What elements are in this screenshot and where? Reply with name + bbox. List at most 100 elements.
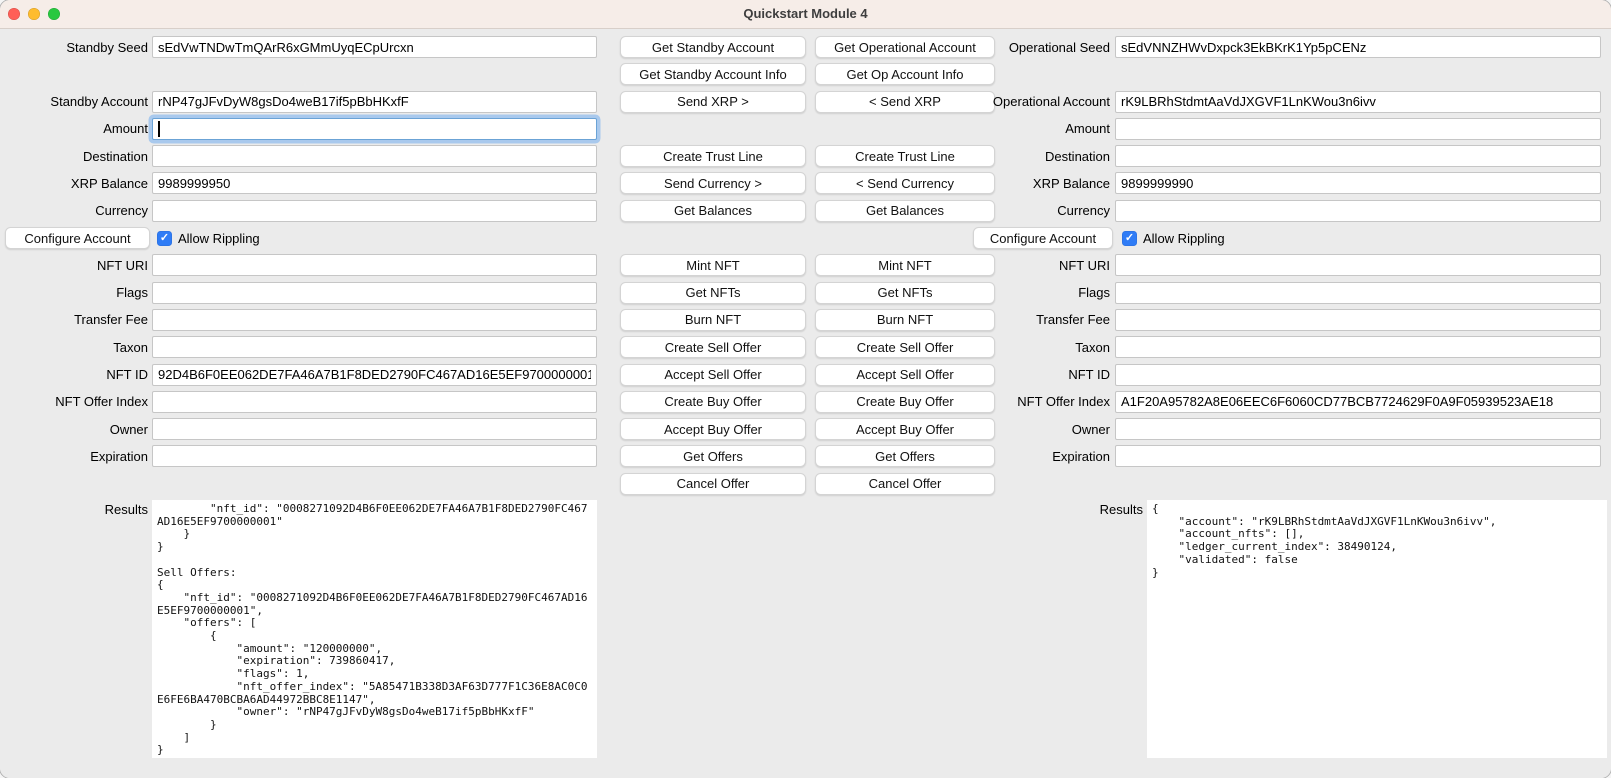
standby-balance-row: XRP Balance [0,172,598,194]
standby-burn-nft-button[interactable]: Burn NFT [620,309,806,331]
standby-accept-sell-offer-button[interactable]: Accept Sell Offer [620,364,806,386]
operational-account-input[interactable] [1115,91,1601,113]
op-get-nfts-button[interactable]: Get NFTs [815,282,995,304]
standby-create-sell-offer-button[interactable]: Create Sell Offer [620,336,806,358]
op-destination-label: Destination [970,149,1110,164]
standby-get-nfts-button[interactable]: Get NFTs [620,282,806,304]
standby-amount-input[interactable] [152,118,597,140]
text-cursor [158,121,160,137]
standby-seed-input[interactable] [152,36,597,58]
send-currency-right-button[interactable]: Send Currency > [620,172,806,194]
op-expiration-input[interactable] [1115,445,1601,467]
op-currency-input[interactable] [1115,200,1601,222]
op-results-text[interactable]: { "account": "rK9LBRhStdmtAaVdJXGVF1LnKW… [1147,500,1607,758]
standby-allow-rippling-label: Allow Rippling [178,231,260,246]
standby-nft-uri-label: NFT URI [0,258,148,273]
op-configure-account-button[interactable]: Configure Account [973,227,1113,249]
op-destination-input[interactable] [1115,145,1601,167]
standby-nft-id-input[interactable] [152,364,597,386]
operational-seed-input[interactable] [1115,36,1601,58]
focused-field-wrap [152,118,597,140]
standby-create-trust-line-button[interactable]: Create Trust Line [620,145,806,167]
standby-results-text[interactable]: "nft_id": "0008271092D4B6F0EE062DE7FA46A… [152,500,597,758]
standby-owner-label: Owner [0,422,148,437]
standby-cancel-offer-button[interactable]: Cancel Offer [620,473,806,495]
standby-nft-offer-index-label: NFT Offer Index [0,394,148,409]
op-results-row: Results { "account": "rK9LBRhStdmtAaVdJX… [970,500,1611,758]
op-nft-uri-input[interactable] [1115,254,1601,276]
standby-account-label: Standby Account [0,94,148,109]
op-transfer-fee-row: Transfer Fee [970,309,1611,331]
get-op-account-info-button[interactable]: Get Op Account Info [815,63,995,85]
standby-actions-column: Get Standby Account Get Standby Account … [620,36,806,495]
get-standby-account-button[interactable]: Get Standby Account [620,36,806,58]
operational-seed-label: Operational Seed [970,40,1110,55]
op-balance-label: XRP Balance [970,176,1110,191]
standby-nft-offer-index-row: NFT Offer Index [0,391,598,413]
op-create-sell-offer-button[interactable]: Create Sell Offer [815,336,995,358]
op-accept-sell-offer-button[interactable]: Accept Sell Offer [815,364,995,386]
standby-allow-rippling-checkbox[interactable]: ✓ [157,231,172,246]
op-accept-buy-offer-button[interactable]: Accept Buy Offer [815,418,995,440]
standby-account-row: Standby Account [0,91,598,113]
op-currency-label: Currency [970,203,1110,218]
op-create-trust-line-button[interactable]: Create Trust Line [815,145,995,167]
standby-create-buy-offer-button[interactable]: Create Buy Offer [620,391,806,413]
standby-results-label: Results [0,500,148,517]
op-nft-offer-index-input[interactable] [1115,391,1601,413]
get-operational-account-button[interactable]: Get Operational Account [815,36,995,58]
standby-taxon-input[interactable] [152,336,597,358]
spacer-row [815,118,995,140]
standby-currency-label: Currency [0,203,148,218]
op-balance-row: XRP Balance [970,172,1611,194]
op-get-balances-button[interactable]: Get Balances [815,200,995,222]
standby-nft-uri-input[interactable] [152,254,597,276]
op-create-buy-offer-button[interactable]: Create Buy Offer [815,391,995,413]
op-balance-input[interactable] [1115,172,1601,194]
standby-taxon-label: Taxon [0,340,148,355]
standby-transfer-fee-input[interactable] [152,309,597,331]
standby-nft-offer-index-input[interactable] [152,391,597,413]
standby-balance-input[interactable] [152,172,597,194]
op-flags-label: Flags [970,285,1110,300]
standby-destination-input[interactable] [152,145,597,167]
standby-flags-input[interactable] [152,282,597,304]
send-currency-left-button[interactable]: < Send Currency [815,172,995,194]
op-amount-input[interactable] [1115,118,1601,140]
op-taxon-input[interactable] [1115,336,1601,358]
standby-results-row: Results "nft_id": "0008271092D4B6F0EE062… [0,500,598,758]
checkmark-icon: ✓ [1125,233,1134,244]
standby-get-offers-button[interactable]: Get Offers [620,445,806,467]
standby-account-input[interactable] [152,91,597,113]
op-mint-nft-button[interactable]: Mint NFT [815,254,995,276]
standby-expiration-input[interactable] [152,445,597,467]
op-flags-input[interactable] [1115,282,1601,304]
standby-mint-nft-button[interactable]: Mint NFT [620,254,806,276]
op-transfer-fee-label: Transfer Fee [970,312,1110,327]
standby-nft-id-label: NFT ID [0,367,148,382]
standby-configure-account-button[interactable]: Configure Account [5,227,150,249]
standby-owner-input[interactable] [152,418,597,440]
send-xrp-left-button[interactable]: < Send XRP [815,91,995,113]
standby-seed-row: Standby Seed [0,36,598,58]
op-nft-id-input[interactable] [1115,364,1601,386]
op-get-offers-button[interactable]: Get Offers [815,445,995,467]
op-cancel-offer-button[interactable]: Cancel Offer [815,473,995,495]
op-burn-nft-button[interactable]: Burn NFT [815,309,995,331]
checkmark-icon: ✓ [160,233,169,244]
op-taxon-row: Taxon [970,336,1611,358]
send-xrp-right-button[interactable]: Send XRP > [620,91,806,113]
op-nft-offer-index-label: NFT Offer Index [970,394,1110,409]
op-transfer-fee-input[interactable] [1115,309,1601,331]
standby-accept-buy-offer-button[interactable]: Accept Buy Offer [620,418,806,440]
op-amount-row: Amount [970,118,1611,140]
get-standby-account-info-button[interactable]: Get Standby Account Info [620,63,806,85]
spacer-row [970,63,1611,85]
op-allow-rippling-checkbox[interactable]: ✓ [1122,231,1137,246]
spacer-row [620,227,806,249]
op-seed-row: Operational Seed [970,36,1611,58]
standby-currency-input[interactable] [152,200,597,222]
op-owner-input[interactable] [1115,418,1601,440]
standby-get-balances-button[interactable]: Get Balances [620,200,806,222]
titlebar[interactable]: Quickstart Module 4 [0,0,1611,29]
